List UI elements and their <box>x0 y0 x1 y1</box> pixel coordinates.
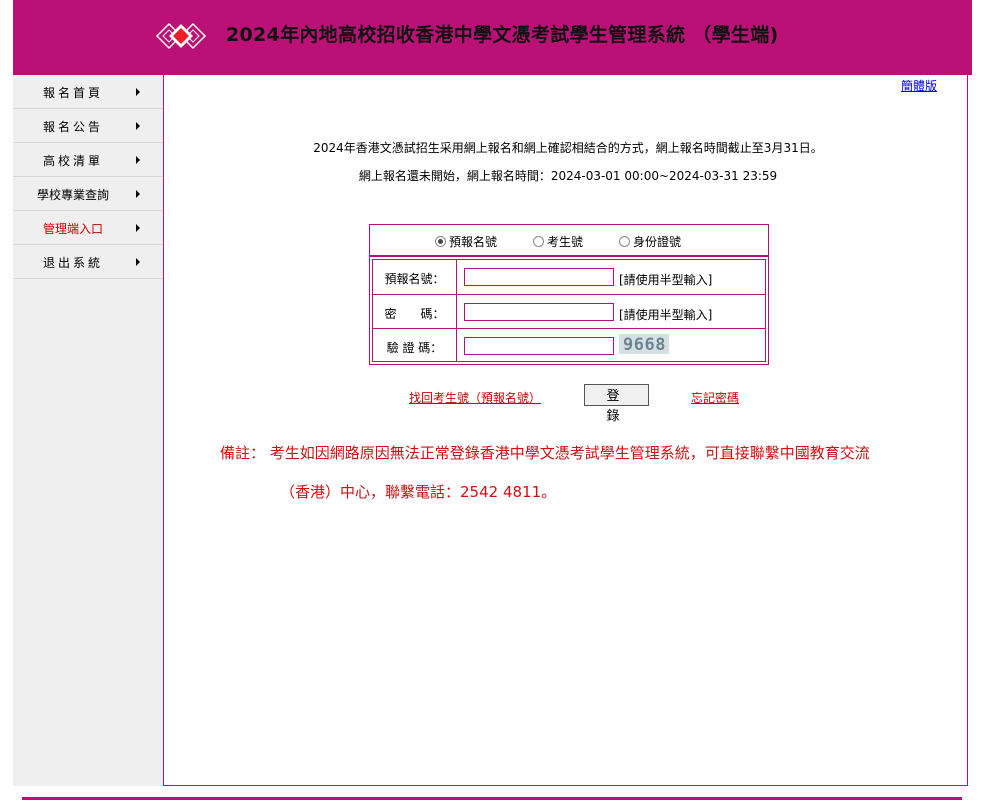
remark-line-1: 備註： 考生如因網路原因無法正常登錄香港中學文憑考試學生管理系統，可直接聯繫中國… <box>220 444 870 462</box>
prereg-number-input[interactable] <box>464 268 614 286</box>
radio-unchecked-icon[interactable] <box>533 236 544 247</box>
registration-notice: 2024年香港文憑試招生采用網上報名和網上確認相結合的方式，網上報名時間截止至3… <box>313 141 823 155</box>
captcha-label: 驗 證 碼： <box>386 341 443 355</box>
radio-label: 預報名號 <box>449 235 498 249</box>
prereg-row: 預報名號： [請使用半型輸入] <box>373 260 765 294</box>
sidebar: 報名首頁 報名公告 高校清單 學校專業查詢 管理端入口 退出系統 <box>13 75 164 786</box>
sidebar-item-admin-entry[interactable]: 管理端入口 <box>13 211 163 245</box>
captcha-input[interactable] <box>464 337 614 355</box>
radio-candidate-number[interactable]: 考生號 <box>533 233 583 250</box>
prereg-label-cell: 預報名號： <box>373 260 457 294</box>
logo-diamond-icon <box>155 22 207 50</box>
registration-status: 網上報名還未開始，網上報名時間：2024-03-01 00:00~2024-03… <box>358 169 778 183</box>
page-title: 2024年內地高校招收香港中學文憑考試學生管理系統 （學生端) <box>226 24 779 46</box>
captcha-text: 9668 <box>623 335 666 355</box>
radio-label: 身份證號 <box>633 235 682 249</box>
caret-right-icon <box>136 122 140 130</box>
captcha-row: 驗 證 碼： 9668 <box>373 328 765 362</box>
login-form-table: 預報名號： [請使用半型輸入] 密 碼： [請使用半型輸入] 驗 證 碼： 96… <box>372 259 766 362</box>
login-button[interactable]: 登 錄 <box>584 384 649 423</box>
sidebar-item-major-search[interactable]: 學校專業查詢 <box>13 177 163 211</box>
radio-prereg-number[interactable]: 預報名號 <box>435 233 497 250</box>
recover-number-link[interactable]: 找回考生號（預報名號） <box>409 389 541 406</box>
sidebar-item-label: 管理端入口 <box>42 222 103 236</box>
login-type-selector: 預報名號 考生號 身份證號 <box>369 224 769 256</box>
sidebar-item-label: 報名首頁 <box>42 86 103 100</box>
halfwidth-hint: [請使用半型輸入] <box>619 308 713 322</box>
radio-label: 考生號 <box>547 235 584 249</box>
radio-id-number[interactable]: 身份證號 <box>619 233 681 250</box>
sidebar-item-home[interactable]: 報名首頁 <box>13 75 163 109</box>
caret-right-icon <box>136 258 140 266</box>
sidebar-item-label: 退出系統 <box>42 256 103 270</box>
login-form: 預報名號： [請使用半型輸入] 密 碼： [請使用半型輸入] 驗 證 碼： 96… <box>369 256 769 365</box>
captcha-image[interactable]: 9668 <box>619 334 669 355</box>
simplified-chinese-link[interactable]: 簡體版 <box>901 77 937 94</box>
radio-checked-icon[interactable] <box>435 236 446 247</box>
sidebar-item-logout[interactable]: 退出系統 <box>13 245 163 279</box>
caret-right-icon <box>136 190 140 198</box>
caret-right-icon <box>136 156 140 164</box>
sidebar-item-label: 學校專業查詢 <box>36 188 109 202</box>
remark-line-2: （香港）中心，聯繫電話：2542 4811。 <box>280 483 557 501</box>
forgot-password-link[interactable]: 忘記密碼 <box>691 389 739 406</box>
password-label-cell: 密 碼： <box>373 295 457 329</box>
captcha-label-cell: 驗 證 碼： <box>373 329 457 362</box>
sidebar-item-announcements[interactable]: 報名公告 <box>13 109 163 143</box>
sidebar-item-label: 高校清單 <box>42 154 103 168</box>
halfwidth-hint: [請使用半型輸入] <box>619 273 713 287</box>
password-label: 密 碼： <box>384 307 445 321</box>
sidebar-item-label: 報名公告 <box>42 120 103 134</box>
sidebar-item-university-list[interactable]: 高校清單 <box>13 143 163 177</box>
radio-unchecked-icon[interactable] <box>619 236 630 247</box>
header-banner: 2024年內地高校招收香港中學文憑考試學生管理系統 （學生端) <box>13 0 972 75</box>
caret-right-icon <box>136 224 140 232</box>
password-row: 密 碼： [請使用半型輸入] <box>373 294 765 329</box>
password-input[interactable] <box>464 303 614 321</box>
footer-divider <box>22 797 962 800</box>
caret-right-icon <box>136 88 140 96</box>
prereg-label: 預報名號： <box>384 272 445 286</box>
